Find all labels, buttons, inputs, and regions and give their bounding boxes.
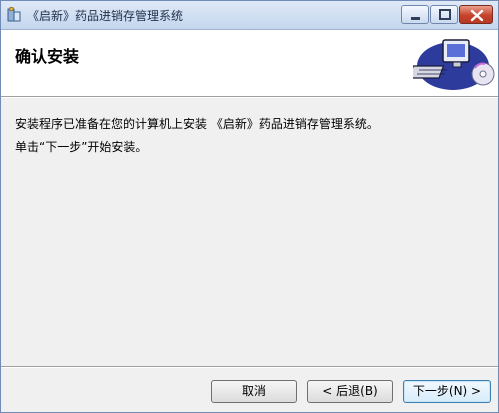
install-instruction: 单击“下一步”开始安装。 bbox=[15, 140, 148, 154]
installer-window: 《启新》药品进销存管理系统 确认安装 安装程序已准备在您的计算机上安装 《启新》… bbox=[0, 0, 499, 413]
window-title: 《启新》药品进销存管理系统 bbox=[27, 9, 184, 23]
install-ready-message: 安装程序已准备在您的计算机上安装 《启新》药品进销存管理系统。 bbox=[15, 117, 379, 131]
close-icon bbox=[470, 9, 484, 22]
page-title: 确认安装 bbox=[15, 47, 80, 66]
computer-cd-icon bbox=[413, 39, 495, 90]
back-button[interactable]: < 后退(B) bbox=[307, 380, 393, 403]
content-panel: 安装程序已准备在您的计算机上安装 《启新》药品进销存管理系统。 单击“下一步”开… bbox=[1, 98, 498, 366]
close-button[interactable] bbox=[459, 5, 493, 24]
maximize-icon bbox=[439, 9, 451, 20]
installer-app-icon bbox=[7, 7, 21, 22]
next-button[interactable]: 下一步(N) > bbox=[403, 380, 491, 403]
minimize-icon bbox=[411, 17, 420, 20]
cancel-button[interactable]: 取消 bbox=[211, 380, 297, 403]
minimize-button[interactable] bbox=[401, 5, 429, 24]
footer-divider bbox=[1, 366, 498, 368]
header-panel: 确认安装 bbox=[1, 30, 498, 96]
title-bar[interactable]: 《启新》药品进销存管理系统 bbox=[1, 1, 498, 30]
maximize-button[interactable] bbox=[430, 5, 458, 24]
